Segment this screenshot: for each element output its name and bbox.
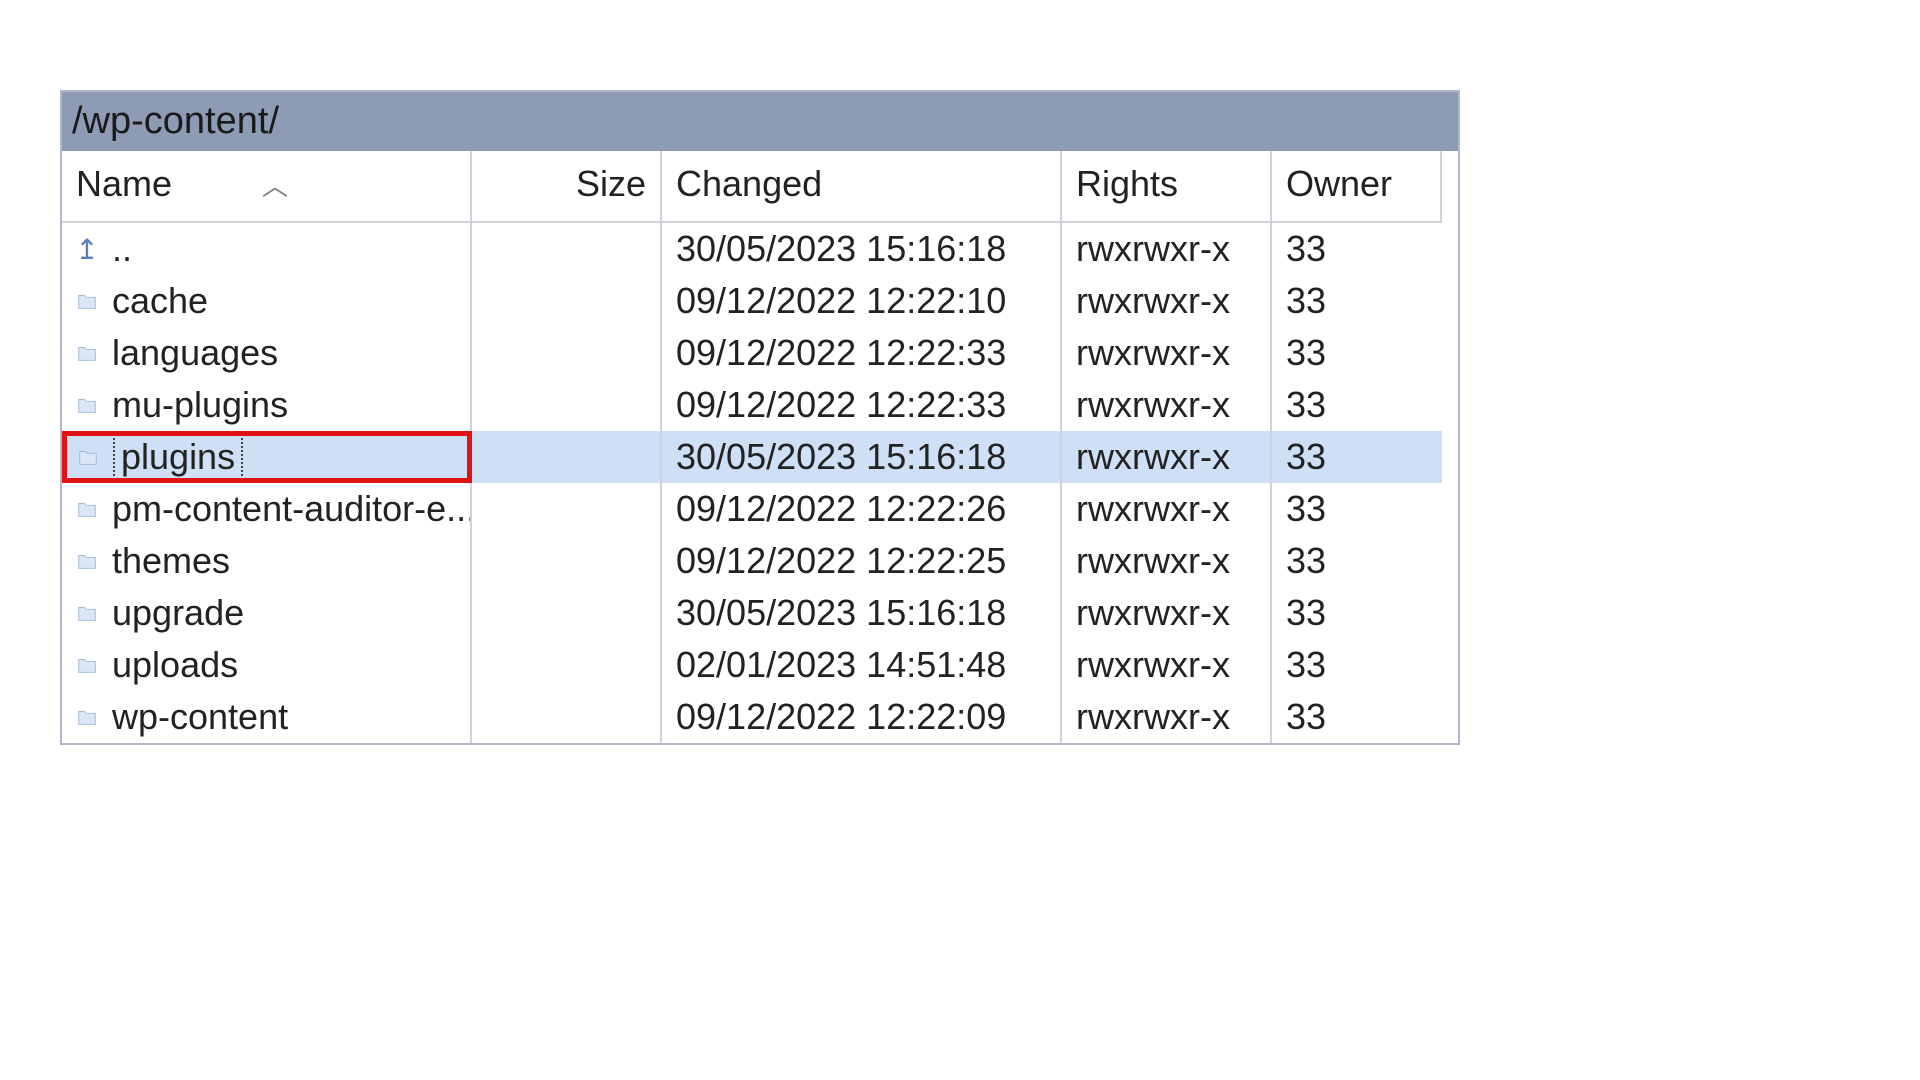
file-name-label: ..	[112, 228, 132, 270]
folder-icon	[76, 339, 98, 367]
cell-changed: 02/01/2023 14:51:48	[662, 639, 1062, 691]
file-name-label: wp-content	[112, 696, 288, 738]
parent-dir-icon: ↥	[76, 235, 98, 263]
folder-icon	[76, 391, 98, 419]
cell-rights: rwxrwxr-x	[1062, 691, 1272, 743]
cell-changed: 09/12/2022 12:22:09	[662, 691, 1062, 743]
cell-name[interactable]: themes	[62, 535, 472, 587]
cell-changed: 09/12/2022 12:22:10	[662, 275, 1062, 327]
cell-name[interactable]: ↥..	[62, 223, 472, 275]
folder-icon	[76, 599, 98, 627]
cell-name[interactable]: cache	[62, 275, 472, 327]
cell-changed: 30/05/2023 15:16:18	[662, 587, 1062, 639]
cell-name[interactable]: mu-plugins	[62, 379, 472, 431]
cell-name[interactable]: pm-content-auditor-e...	[62, 483, 472, 535]
cell-owner: 33	[1272, 535, 1442, 587]
cell-owner: 33	[1272, 639, 1442, 691]
folder-icon	[76, 287, 98, 315]
cell-size	[472, 379, 662, 431]
cell-name[interactable]: plugins	[62, 431, 472, 483]
cell-owner: 33	[1272, 587, 1442, 639]
file-name-label: uploads	[112, 644, 238, 686]
cell-owner: 33	[1272, 327, 1442, 379]
cell-size	[472, 275, 662, 327]
column-header-rights[interactable]: Rights	[1062, 151, 1272, 223]
column-header-name[interactable]: Name ︿	[62, 151, 472, 223]
path-text: /wp-content/	[72, 100, 279, 142]
file-name-label: mu-plugins	[112, 384, 288, 426]
path-bar[interactable]: /wp-content/	[62, 92, 1458, 151]
cell-rights: rwxrwxr-x	[1062, 587, 1272, 639]
folder-icon	[76, 547, 98, 575]
cell-name[interactable]: uploads	[62, 639, 472, 691]
cell-rights: rwxrwxr-x	[1062, 379, 1272, 431]
file-name-label: languages	[112, 332, 278, 374]
cell-rights: rwxrwxr-x	[1062, 223, 1272, 275]
cell-changed: 30/05/2023 15:16:18	[662, 223, 1062, 275]
cell-name[interactable]: languages	[62, 327, 472, 379]
cell-rights: rwxrwxr-x	[1062, 327, 1272, 379]
cell-size	[472, 535, 662, 587]
column-header-changed[interactable]: Changed	[662, 151, 1062, 223]
file-panel: /wp-content/ Name ︿ Size Changed Rights …	[60, 90, 1460, 745]
cell-size	[472, 223, 662, 275]
cell-rights: rwxrwxr-x	[1062, 639, 1272, 691]
column-label: Owner	[1286, 163, 1392, 205]
cell-changed: 09/12/2022 12:22:33	[662, 379, 1062, 431]
cell-size	[472, 639, 662, 691]
cell-owner: 33	[1272, 223, 1442, 275]
cell-size	[472, 587, 662, 639]
folder-icon	[76, 703, 98, 731]
cell-owner: 33	[1272, 275, 1442, 327]
cell-rights: rwxrwxr-x	[1062, 275, 1272, 327]
cell-rights: rwxrwxr-x	[1062, 483, 1272, 535]
column-label: Name	[76, 163, 172, 205]
column-label: Size	[576, 163, 646, 205]
cell-rights: rwxrwxr-x	[1062, 431, 1272, 483]
cell-rights: rwxrwxr-x	[1062, 535, 1272, 587]
column-header-size[interactable]: Size	[472, 151, 662, 223]
cell-owner: 33	[1272, 431, 1442, 483]
cell-name[interactable]: upgrade	[62, 587, 472, 639]
cell-changed: 09/12/2022 12:22:33	[662, 327, 1062, 379]
folder-icon	[76, 495, 98, 523]
file-name-label: themes	[112, 540, 230, 582]
cell-owner: 33	[1272, 379, 1442, 431]
cell-size	[472, 691, 662, 743]
cell-name[interactable]: wp-content	[62, 691, 472, 743]
folder-icon	[77, 443, 99, 471]
cell-changed: 09/12/2022 12:22:26	[662, 483, 1062, 535]
file-name-label: plugins	[113, 434, 243, 480]
cell-owner: 33	[1272, 691, 1442, 743]
cell-size	[472, 431, 662, 483]
file-name-label: upgrade	[112, 592, 244, 634]
folder-icon	[76, 651, 98, 679]
column-header-owner[interactable]: Owner	[1272, 151, 1442, 223]
file-name-label: pm-content-auditor-e...	[112, 488, 472, 530]
cell-owner: 33	[1272, 483, 1442, 535]
cell-size	[472, 483, 662, 535]
cell-size	[472, 327, 662, 379]
sort-caret-icon: ︿	[262, 166, 288, 203]
file-name-label: cache	[112, 280, 208, 322]
cell-changed: 30/05/2023 15:16:18	[662, 431, 1062, 483]
file-grid: Name ︿ Size Changed Rights Owner ↥.. 30/0…	[62, 151, 1458, 743]
column-label: Changed	[676, 163, 822, 205]
cell-changed: 09/12/2022 12:22:25	[662, 535, 1062, 587]
column-label: Rights	[1076, 163, 1178, 205]
